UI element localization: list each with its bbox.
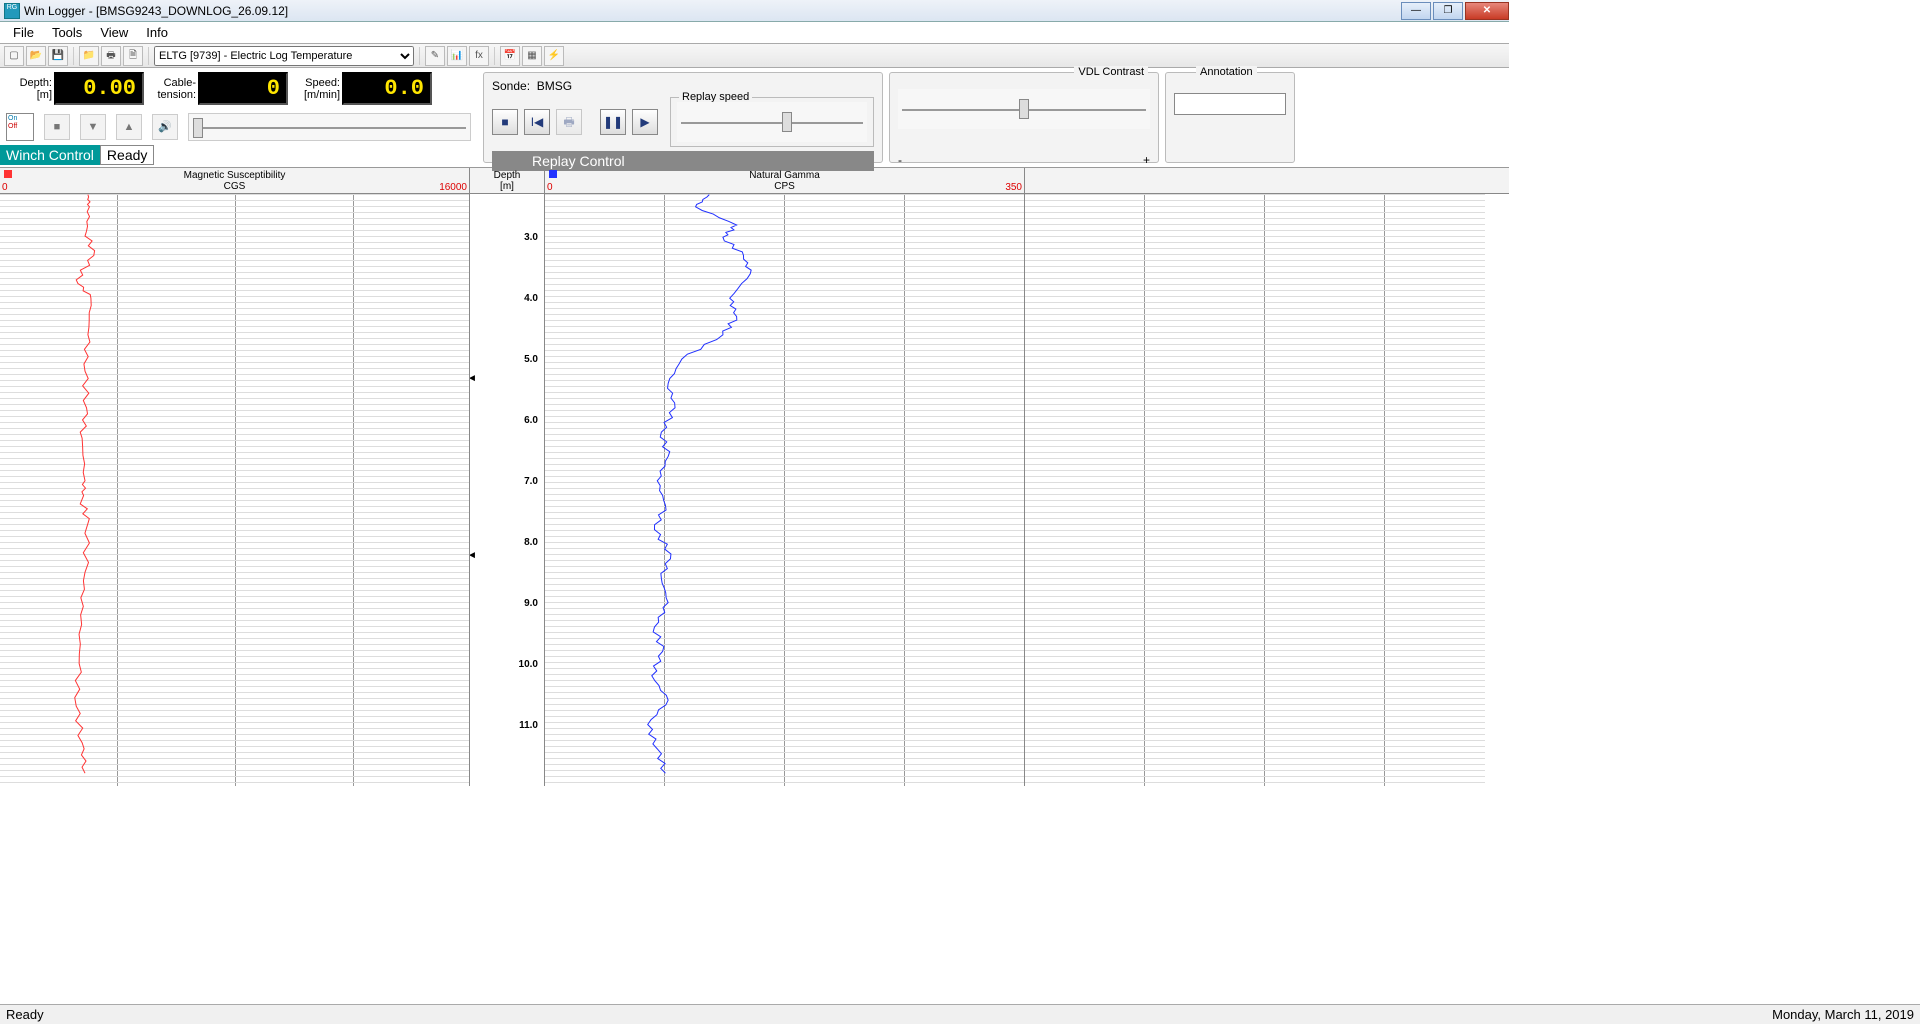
track1-header: Magnetic SusceptibilityCGS 016000 — [0, 168, 470, 193]
replay-play-icon[interactable]: ▶ — [632, 109, 658, 135]
status-bar: Ready Monday, March 11, 2019 — [0, 1004, 1920, 1024]
tool-save-icon[interactable]: 💾 — [48, 46, 68, 66]
depth-header: Depth[m] — [470, 168, 545, 193]
status-text: Ready — [6, 1007, 44, 1022]
speed-readout: 0.0 — [342, 72, 432, 105]
sonde-value: BMSG — [537, 79, 572, 93]
track-empty — [1025, 194, 1485, 786]
menu-view[interactable]: View — [91, 23, 137, 42]
tool-open-icon[interactable]: 📂 — [26, 46, 46, 66]
tool-folder-icon[interactable]: 📁 — [79, 46, 99, 66]
tool-bolt-icon[interactable]: ⚡ — [544, 46, 564, 66]
down-arrow-icon[interactable]: ▼ — [80, 114, 106, 140]
vdl-contrast-group: VDL Contrast -+ — [889, 72, 1159, 163]
tool-chart-icon[interactable]: 📊 — [447, 46, 467, 66]
title-bar: RG Win Logger - [BMSG9243_DOWNLOG_26.09.… — [0, 0, 1509, 22]
track-natgamma — [545, 194, 1025, 786]
up-arrow-icon[interactable]: ▲ — [116, 114, 142, 140]
depth-readout: 0.00 — [54, 72, 144, 105]
annotation-group: Annotation — [1165, 72, 1295, 163]
replay-print-icon[interactable]: 🖶 — [556, 109, 582, 135]
vdl-contrast-slider[interactable] — [898, 89, 1150, 129]
replay-stop-icon[interactable]: ■ — [492, 109, 518, 135]
stop-square-icon[interactable]: ■ — [44, 114, 70, 140]
replay-group: Sonde: BMSG ■ I◀ 🖶 ❚❚ ▶ Replay speed Rep… — [483, 72, 883, 163]
menu-bar: File Tools View Info — [0, 22, 1509, 44]
winch-speed-slider[interactable] — [188, 113, 471, 141]
track3-header — [1025, 168, 1485, 193]
winch-control-label: Winch Control — [0, 145, 100, 165]
track2-header: Natural GammaCPS 0350 — [545, 168, 1025, 193]
track-header: Magnetic SusceptibilityCGS 016000 Depth[… — [0, 168, 1509, 194]
maximize-button[interactable]: ❐ — [1433, 2, 1463, 20]
probe-select[interactable]: ELTG [9739] - Electric Log Temperature — [154, 46, 414, 66]
annotation-input[interactable] — [1174, 93, 1286, 115]
menu-file[interactable]: File — [4, 23, 43, 42]
tool-fx-icon[interactable]: fx — [469, 46, 489, 66]
menu-info[interactable]: Info — [137, 23, 177, 42]
tool-new-icon[interactable]: ▢ — [4, 46, 24, 66]
toolbar: ▢ 📂 💾 📁 🖶 🗎 ELTG [9739] - Electric Log T… — [0, 44, 1509, 68]
replay-speed-box: Replay speed — [670, 97, 874, 147]
replay-pause-icon[interactable]: ❚❚ — [600, 109, 626, 135]
control-panels: Depth:[m] 0.00 Cable-tension: 0 Speed:[m… — [0, 68, 1509, 168]
menu-tools[interactable]: Tools — [43, 23, 91, 42]
cable-tension-readout: 0 — [198, 72, 288, 105]
close-button[interactable]: ✕ — [1465, 2, 1509, 20]
minimize-button[interactable]: — — [1401, 2, 1431, 20]
depth-column: 3.04.05.06.07.08.09.010.011.0 — [470, 194, 545, 786]
tool-cal-icon[interactable]: 📅 — [500, 46, 520, 66]
tool-printpreview-icon[interactable]: 🗎 — [123, 46, 143, 66]
replay-speed-slider[interactable] — [677, 102, 867, 142]
status-date: Monday, March 11, 2019 — [1772, 1007, 1914, 1022]
tool-wand-icon[interactable]: ✎ — [425, 46, 445, 66]
app-icon: RG — [4, 3, 20, 19]
replay-rewind-icon[interactable]: I◀ — [524, 109, 550, 135]
onoff-toggle[interactable]: OnOff — [6, 113, 34, 141]
speaker-icon[interactable]: 🔊 — [152, 114, 178, 140]
tracks-area: 3.04.05.06.07.08.09.010.011.0 — [0, 194, 1509, 786]
tool-print-icon[interactable]: 🖶 — [101, 46, 121, 66]
tool-grid-icon[interactable]: ▦ — [522, 46, 542, 66]
track-magsusc — [0, 194, 470, 786]
window-title: Win Logger - [BMSG9243_DOWNLOG_26.09.12] — [24, 4, 288, 18]
winch-status: Ready — [100, 145, 154, 165]
